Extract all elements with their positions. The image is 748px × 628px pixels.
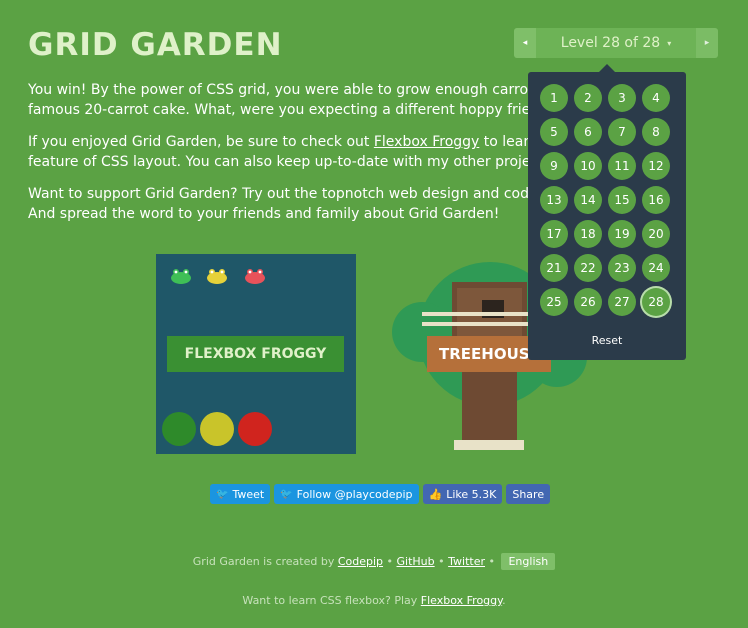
like-button[interactable]: 👍 Like 5.3K [422, 484, 503, 504]
level-label: Level 28 of 28 [560, 35, 661, 51]
flexbox-froggy-link[interactable]: Flexbox Froggy [374, 134, 479, 150]
flexbox-froggy-promo[interactable]: FLEXBOX FROGGY [156, 254, 356, 454]
level-button[interactable]: 17 [540, 220, 568, 248]
level-button[interactable]: 6 [574, 118, 602, 146]
twitter-bird-icon: 🐦 [280, 488, 293, 500]
level-button[interactable]: 28 [642, 288, 670, 316]
level-navigation: ◂ Level 28 of 28 ▾ ▸ [514, 28, 718, 58]
arrow-right-icon: ▸ [704, 38, 710, 48]
red-lilypad-icon [238, 412, 272, 446]
twitter-link[interactable]: Twitter [448, 555, 485, 568]
level-button[interactable]: 12 [642, 152, 670, 180]
share-button[interactable]: Share [506, 484, 551, 504]
previous-level-button[interactable]: ◂ [514, 28, 536, 58]
level-button[interactable]: 9 [540, 152, 568, 180]
level-button[interactable]: 27 [608, 288, 636, 316]
caret-down-icon: ▾ [667, 38, 672, 48]
level-button[interactable]: 13 [540, 186, 568, 214]
yellow-frog-icon [207, 269, 227, 284]
red-frog-icon [245, 269, 265, 284]
level-button[interactable]: 10 [574, 152, 602, 180]
green-lilypad-icon [162, 412, 196, 446]
arrow-left-icon: ◂ [522, 38, 528, 48]
green-frog-icon [171, 269, 191, 284]
level-button[interactable]: 11 [608, 152, 636, 180]
yellow-lilypad-icon [200, 412, 234, 446]
footer-learn: Want to learn CSS flexbox? Play Flexbox … [242, 594, 506, 607]
thumbs-up-icon: 👍 [428, 487, 443, 501]
level-button[interactable]: 20 [642, 220, 670, 248]
level-button[interactable]: 24 [642, 254, 670, 282]
footer-credits: Grid Garden is created by Codepip • GitH… [0, 553, 748, 570]
levels-grid: 1 2 3 4 5 6 7 8 9 10 11 12 13 14 15 16 17 18 19 20 21 22 23 24 2… [540, 84, 670, 316]
follow-button[interactable]: 🐦 Follow @playcodepip [274, 484, 419, 504]
level-button[interactable]: 23 [608, 254, 636, 282]
level-button[interactable]: 2 [574, 84, 602, 112]
level-button[interactable]: 18 [574, 220, 602, 248]
level-button[interactable]: 4 [642, 84, 670, 112]
social-buttons: 🐦 Tweet 🐦 Follow @playcodepip 👍 Like 5.3K S… [210, 484, 551, 504]
twitter-bird-icon: 🐦 [216, 488, 229, 500]
level-button[interactable]: 15 [608, 186, 636, 214]
level-button[interactable]: 3 [608, 84, 636, 112]
level-button[interactable]: 21 [540, 254, 568, 282]
github-link[interactable]: GitHub [397, 555, 435, 568]
levels-dropdown: 1 2 3 4 5 6 7 8 9 10 11 12 13 14 15 16 17 18 19 20 21 22 23 24 2… [528, 64, 686, 360]
tweet-button[interactable]: 🐦 Tweet [210, 484, 271, 504]
level-button[interactable]: 26 [574, 288, 602, 316]
level-button[interactable]: 19 [608, 220, 636, 248]
level-indicator[interactable]: Level 28 of 28 ▾ [536, 28, 696, 58]
language-selector[interactable]: English [501, 553, 556, 570]
footer-froggy-link[interactable]: Flexbox Froggy [421, 594, 502, 607]
reset-button[interactable]: Reset [528, 334, 686, 347]
codepip-link[interactable]: Codepip [338, 555, 383, 568]
level-button[interactable]: 16 [642, 186, 670, 214]
next-level-button[interactable]: ▸ [696, 28, 718, 58]
flexbox-froggy-button[interactable]: FLEXBOX FROGGY [167, 336, 344, 372]
level-button[interactable]: 22 [574, 254, 602, 282]
level-button[interactable]: 5 [540, 118, 568, 146]
level-button[interactable]: 1 [540, 84, 568, 112]
level-button[interactable]: 25 [540, 288, 568, 316]
level-button[interactable]: 14 [574, 186, 602, 214]
level-button[interactable]: 8 [642, 118, 670, 146]
page-title: GRID GARDEN [28, 27, 283, 63]
level-button[interactable]: 7 [608, 118, 636, 146]
